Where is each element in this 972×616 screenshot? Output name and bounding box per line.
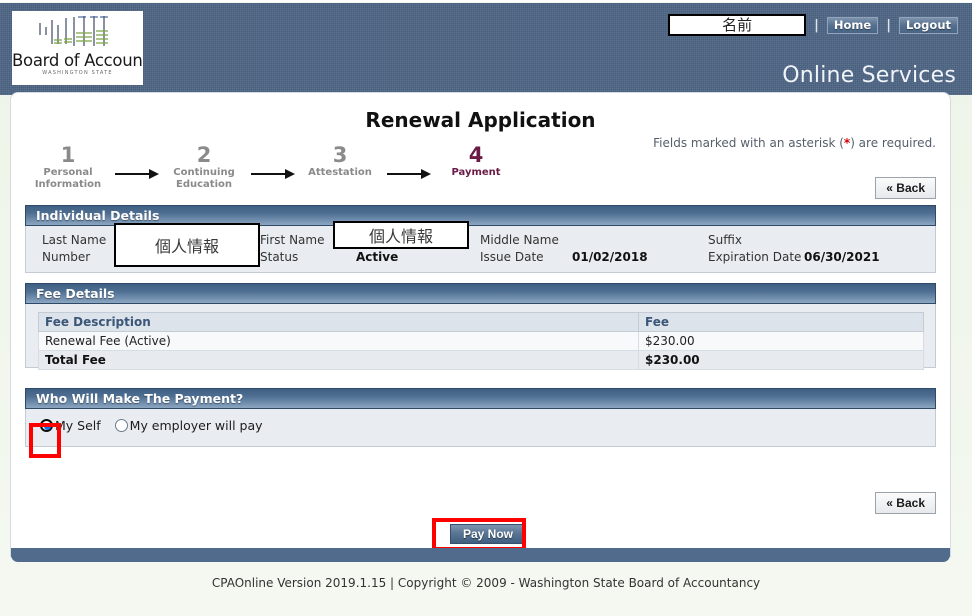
required-note-suffix: ) are required. <box>850 136 936 150</box>
radio-my-employer-label[interactable]: My employer will pay <box>130 418 263 433</box>
required-note-prefix: Fields marked with an asterisk ( <box>653 136 844 150</box>
last-name-redaction: 個人情報 <box>114 223 260 267</box>
fee-description-column-header: Fee Description <box>38 312 639 332</box>
step-attestation[interactable]: 3 Attestation <box>299 145 381 179</box>
logout-link[interactable]: Logout <box>898 16 958 34</box>
step-arrow-1 <box>109 169 163 179</box>
number-label: Number <box>42 250 91 264</box>
content-card: Renewal Application Fields marked with a… <box>11 93 950 556</box>
status-value: Active <box>356 250 399 264</box>
logo-title: Board of Accountancy <box>12 51 143 70</box>
status-label: Status <box>260 250 299 264</box>
board-logo: Board of Accountancy WASHINGTON STATE <box>12 11 143 85</box>
fee-row-description: Renewal Fee (Active) <box>38 331 639 351</box>
fee-column-header: Fee <box>638 312 924 332</box>
page-title: Renewal Application <box>365 108 596 132</box>
back-button-top[interactable]: « Back <box>875 177 936 199</box>
step-2-label: Continuing Education <box>173 167 235 190</box>
fee-details-header: Fee Details <box>25 283 936 304</box>
table-row: Renewal Fee (Active) $230.00 <box>38 331 924 351</box>
logo-subtitle: WASHINGTON STATE <box>42 70 113 76</box>
table-row: Total Fee $230.00 <box>38 350 924 370</box>
nav-separator-2: | <box>886 17 891 33</box>
step-personal-information[interactable]: 1 Personal Information <box>27 145 109 190</box>
site-header: Board of Accountancy WASHINGTON STATE 名前… <box>0 3 972 95</box>
radio-my-employer[interactable] <box>114 419 128 432</box>
fee-table: Fee Description Fee Renewal Fee (Active)… <box>38 312 924 370</box>
fee-details-body: Fee Description Fee Renewal Fee (Active)… <box>25 304 936 370</box>
step-1-label: Personal Information <box>34 167 102 190</box>
step-4-label: Payment <box>451 167 501 178</box>
issue-date-label: Issue Date <box>480 250 544 264</box>
total-fee-label: Total Fee <box>38 350 639 370</box>
step-arrow-2 <box>245 169 299 179</box>
step-3-label: Attestation <box>308 167 372 178</box>
payment-options-group: My Self My employer will pay <box>40 418 277 433</box>
step-indicator: 1 Personal Information 2 Continuing Educ… <box>27 145 517 190</box>
middle-name-label: Middle Name <box>480 233 559 247</box>
footer-bar <box>11 548 950 562</box>
top-navigation: 名前 | Home | Logout <box>668 14 958 36</box>
step-arrow-3 <box>381 169 435 179</box>
step-3-number: 3 <box>332 143 348 167</box>
last-name-label: Last Name <box>42 233 107 247</box>
page-root: Board of Accountancy WASHINGTON STATE 名前… <box>0 0 972 616</box>
first-name-label: First Name <box>260 233 325 247</box>
expiration-date-label: Expiration Date <box>708 250 802 264</box>
expiration-date-value: 06/30/2021 <box>804 250 880 264</box>
who-pays-header: Who Will Make The Payment? <box>25 388 936 409</box>
who-pays-body: My Self My employer will pay <box>25 409 936 447</box>
bar-chart-tally-icon <box>39 16 108 46</box>
step-continuing-education[interactable]: 2 Continuing Education <box>163 145 245 190</box>
back-button-bottom[interactable]: « Back <box>875 492 936 514</box>
footer-text: CPAOnline Version 2019.1.15 | Copyright … <box>211 576 761 590</box>
total-fee-amount: $230.00 <box>638 350 924 370</box>
step-4-number: 4 <box>468 143 484 167</box>
home-link[interactable]: Home <box>826 16 879 34</box>
required-fields-note: Fields marked with an asterisk (*) are r… <box>653 136 936 150</box>
fee-table-header-row: Fee Description Fee <box>38 312 924 332</box>
pay-now-button[interactable]: Pay Now <box>450 524 527 544</box>
individual-details-body: Last Name Number 個人情報 First Name Status … <box>25 221 936 273</box>
user-name-field[interactable]: 名前 <box>668 14 807 36</box>
brand-tagline: Online Services <box>782 63 956 88</box>
nav-separator-1: | <box>814 17 819 33</box>
fee-row-amount: $230.00 <box>638 331 924 351</box>
suffix-label: Suffix <box>708 233 742 247</box>
step-payment[interactable]: 4 Payment <box>435 145 517 179</box>
issue-date-value: 01/02/2018 <box>572 250 648 264</box>
first-name-redaction: 個人情報 <box>333 221 469 249</box>
step-2-number: 2 <box>196 143 212 167</box>
radio-my-self-label[interactable]: My Self <box>55 418 101 433</box>
radio-my-self[interactable] <box>40 419 53 432</box>
step-1-number: 1 <box>60 143 76 167</box>
